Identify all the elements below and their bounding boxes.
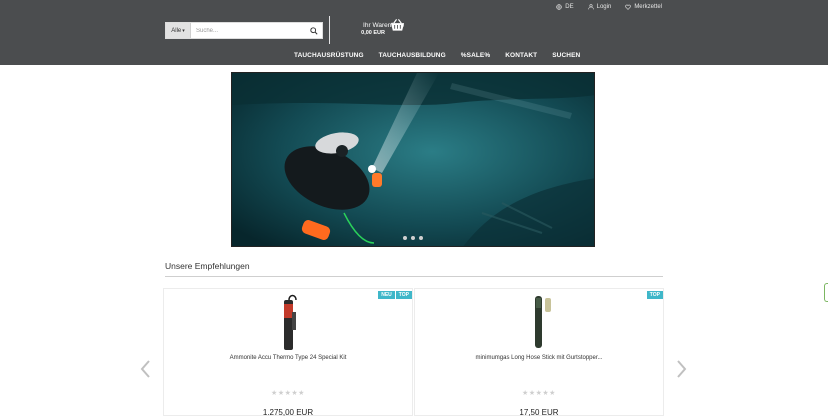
badge-top: TOP bbox=[395, 291, 412, 299]
rating-stars-icon: ★★★★★ bbox=[522, 390, 556, 397]
rating-stars-icon: ★★★★★ bbox=[271, 390, 305, 397]
product-badges: NEU TOP bbox=[378, 291, 412, 299]
product-card[interactable]: TOP minimumgas Long Hose Stick mit Gurts… bbox=[414, 288, 664, 417]
product-image-hose-stick bbox=[535, 296, 551, 348]
language-label: DE bbox=[565, 4, 574, 10]
slider-dots bbox=[403, 236, 423, 240]
slider-dot[interactable] bbox=[403, 236, 407, 240]
slider-dot[interactable] bbox=[419, 236, 423, 240]
nav-item-tauchausbildung[interactable]: TAUCHAUSBILDUNG bbox=[377, 52, 446, 59]
wishlist-link[interactable]: Merkzettel bbox=[625, 4, 662, 10]
carousel-prev-arrow[interactable] bbox=[139, 359, 151, 379]
product-image-thermo-kit bbox=[284, 294, 297, 350]
product-badges: TOP bbox=[646, 291, 663, 299]
main-nav: TAUCHAUSRÜSTUNG TAUCHAUSBILDUNG %SALE% K… bbox=[292, 52, 580, 59]
product-name[interactable]: minimumgas Long Hose Stick mit Gurtstopp… bbox=[415, 355, 663, 361]
section-divider bbox=[165, 276, 663, 277]
search-input[interactable] bbox=[191, 27, 306, 34]
carousel-next-arrow[interactable] bbox=[676, 359, 688, 379]
heart-icon bbox=[625, 4, 632, 10]
user-icon bbox=[587, 4, 594, 10]
search-bar: Alle ▾ bbox=[165, 22, 323, 39]
header-divider bbox=[329, 16, 330, 44]
hero-slider[interactable] bbox=[231, 72, 595, 247]
search-icon bbox=[310, 26, 318, 35]
login-link[interactable]: Login bbox=[587, 4, 612, 10]
search-category-label: Alle bbox=[171, 27, 182, 34]
slider-dot[interactable] bbox=[411, 236, 415, 240]
globe-icon bbox=[556, 4, 562, 10]
basket-icon[interactable] bbox=[390, 18, 405, 32]
nav-item-kontakt[interactable]: KONTAKT bbox=[503, 52, 537, 59]
nav-item-tauchausruestung[interactable]: TAUCHAUSRÜSTUNG bbox=[292, 52, 364, 59]
wishlist-label: Merkzettel bbox=[634, 4, 662, 10]
side-feedback-tab[interactable] bbox=[824, 283, 828, 302]
search-button[interactable] bbox=[306, 23, 322, 38]
nav-item-sale[interactable]: %SALE% bbox=[459, 52, 491, 59]
search-category-dropdown[interactable]: Alle ▾ bbox=[166, 23, 191, 38]
site-header: DE Login Merkzettel Alle ▾ Ihr Warenkorb… bbox=[0, 0, 828, 65]
caret-down-icon: ▾ bbox=[182, 27, 185, 34]
topbar: DE Login Merkzettel bbox=[556, 0, 828, 14]
language-selector[interactable]: DE bbox=[556, 4, 574, 10]
login-label: Login bbox=[596, 4, 612, 10]
section-title: Unsere Empfehlungen bbox=[165, 261, 250, 271]
nav-item-suchen[interactable]: SUCHEN bbox=[550, 52, 580, 59]
badge-top: TOP bbox=[646, 291, 663, 299]
product-card[interactable]: NEU TOP Ammonite Accu Thermo Type 24 Spe… bbox=[163, 288, 413, 417]
product-name[interactable]: Ammonite Accu Thermo Type 24 Special Kit bbox=[164, 355, 412, 361]
badge-new: NEU bbox=[378, 291, 395, 299]
hero-image-diver bbox=[232, 73, 594, 246]
